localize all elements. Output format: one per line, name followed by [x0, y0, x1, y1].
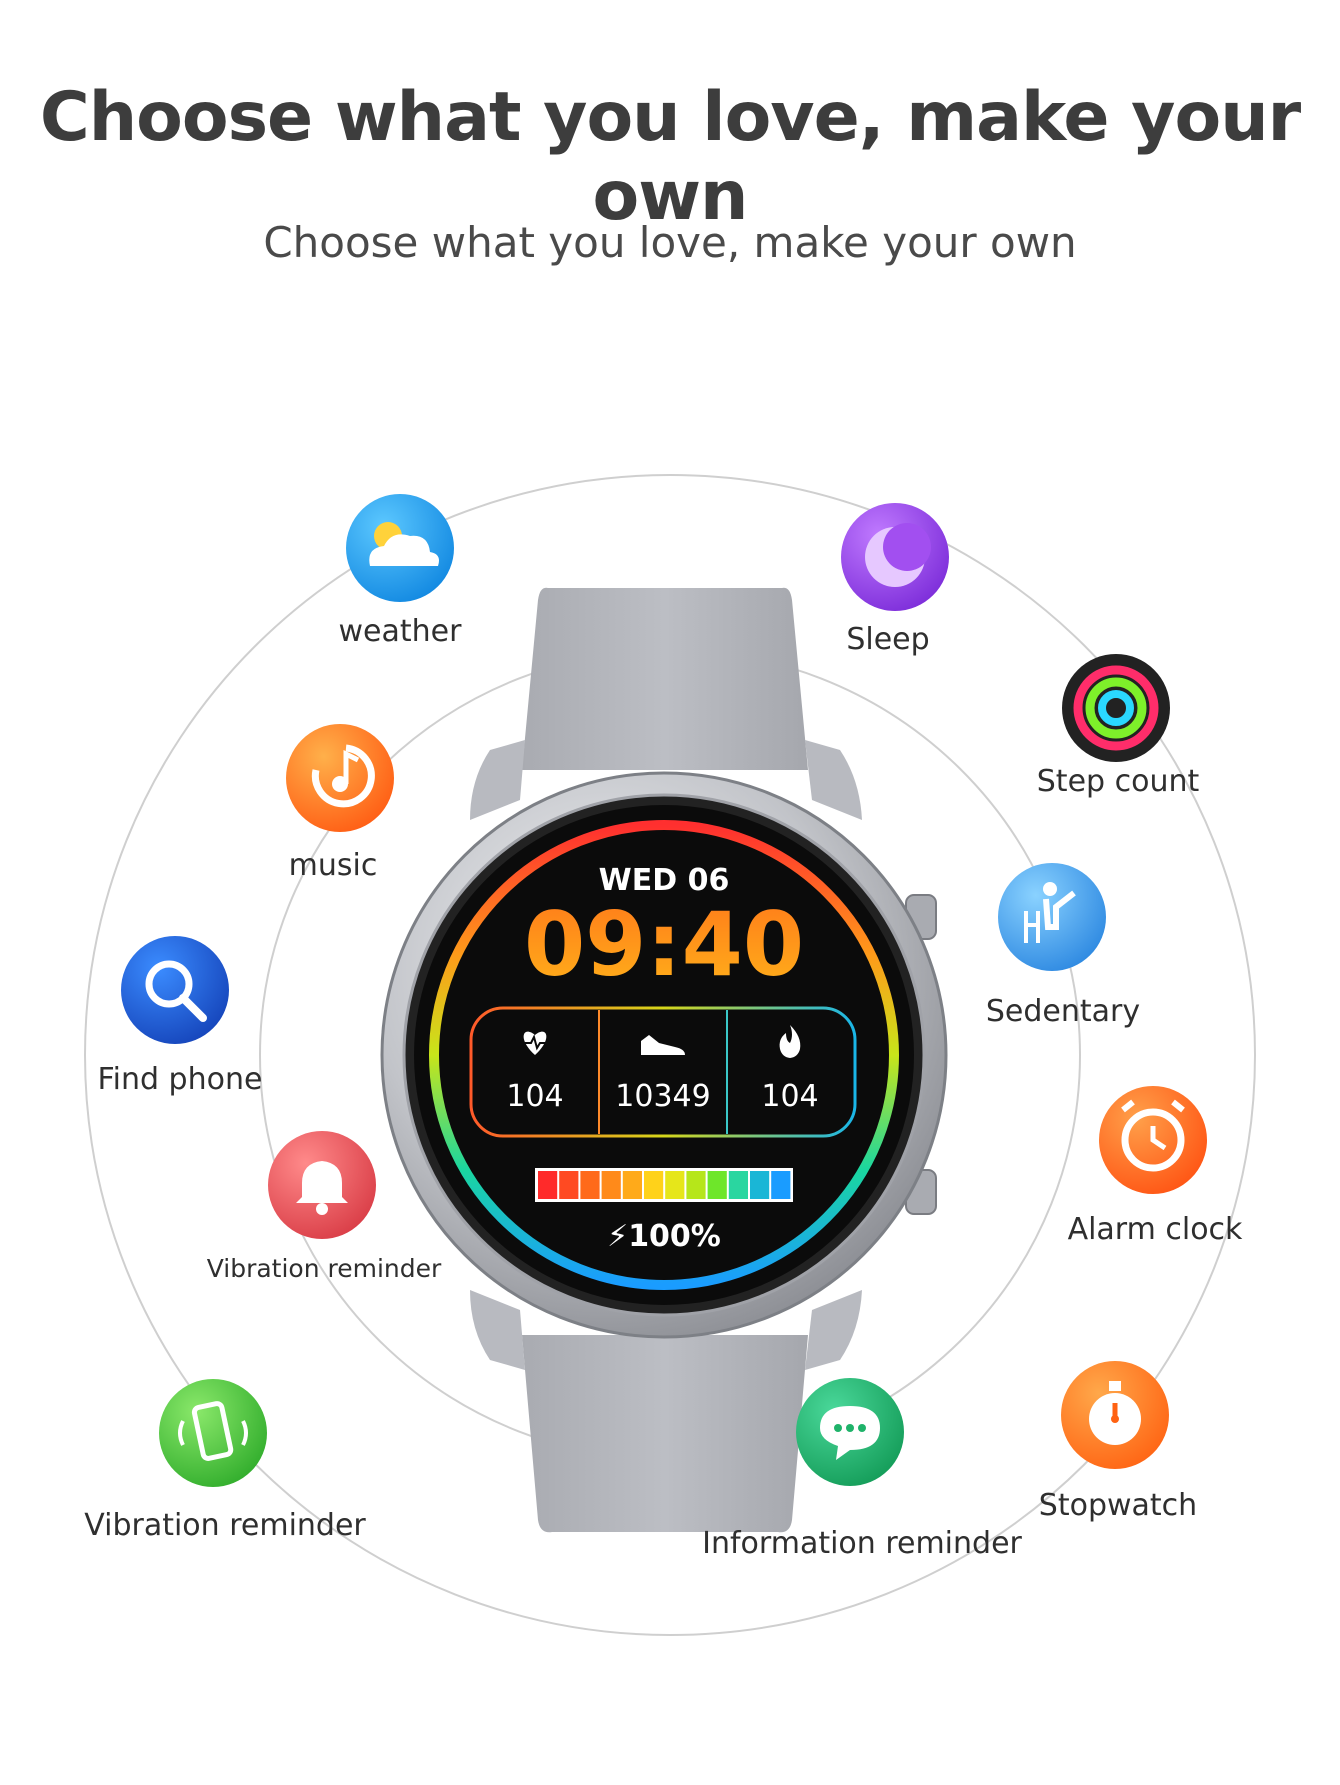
watch-time: 09:40	[524, 893, 804, 996]
label-step-count: Step count	[1036, 764, 1200, 799]
lug-left-bottom	[470, 1290, 525, 1370]
weather-icon[interactable]	[346, 494, 454, 602]
battery-segment	[750, 1171, 770, 1199]
label-information-reminder: Information reminder	[702, 1526, 1022, 1561]
heart-rate-value: 104	[506, 1079, 563, 1114]
lug-right-bottom	[805, 1290, 862, 1370]
label-find-phone: Find phone	[97, 1062, 263, 1097]
lug-right	[805, 740, 862, 820]
label-vibration-reminder-bell: Vibration reminder	[206, 1254, 442, 1283]
strap-bottom	[522, 1335, 808, 1533]
vibrating-phone-icon[interactable]	[159, 1379, 267, 1487]
label-weather: weather	[338, 614, 462, 649]
label-music: music	[288, 848, 378, 883]
label-sleep: Sleep	[846, 622, 930, 657]
message-icon[interactable]	[796, 1378, 904, 1486]
stopwatch-icon[interactable]	[1061, 1361, 1169, 1469]
find-phone-icon[interactable]	[121, 936, 229, 1044]
strap-top	[522, 587, 808, 770]
battery-value: ⚡100%	[607, 1219, 721, 1254]
sedentary-icon[interactable]	[998, 863, 1106, 971]
battery-segment	[644, 1171, 664, 1199]
sleep-icon[interactable]	[841, 503, 949, 611]
bolt-icon: ⚡	[607, 1219, 628, 1254]
battery-segment	[559, 1171, 579, 1199]
battery-segment	[601, 1171, 621, 1199]
step-count-icon[interactable]	[1062, 654, 1170, 762]
label-vibration-reminder-phone: Vibration reminder	[84, 1508, 366, 1543]
battery-segment	[686, 1171, 706, 1199]
label-sedentary: Sedentary	[985, 994, 1141, 1029]
music-icon[interactable]	[286, 724, 394, 832]
calories-value: 104	[761, 1079, 818, 1114]
battery-segment	[538, 1171, 558, 1199]
battery-segment	[707, 1171, 727, 1199]
alarm-clock-icon[interactable]	[1099, 1086, 1207, 1194]
battery-segment	[771, 1171, 791, 1199]
battery-segment	[665, 1171, 685, 1199]
bell-icon[interactable]	[268, 1131, 376, 1239]
label-alarm-clock: Alarm clock	[1067, 1212, 1243, 1247]
steps-value: 10349	[615, 1079, 710, 1114]
label-stopwatch: Stopwatch	[1038, 1488, 1198, 1523]
battery-segment	[622, 1171, 642, 1199]
battery-bar	[535, 1168, 793, 1202]
battery-segment	[728, 1171, 748, 1199]
lug-left	[470, 740, 525, 820]
battery-segment	[580, 1171, 600, 1199]
